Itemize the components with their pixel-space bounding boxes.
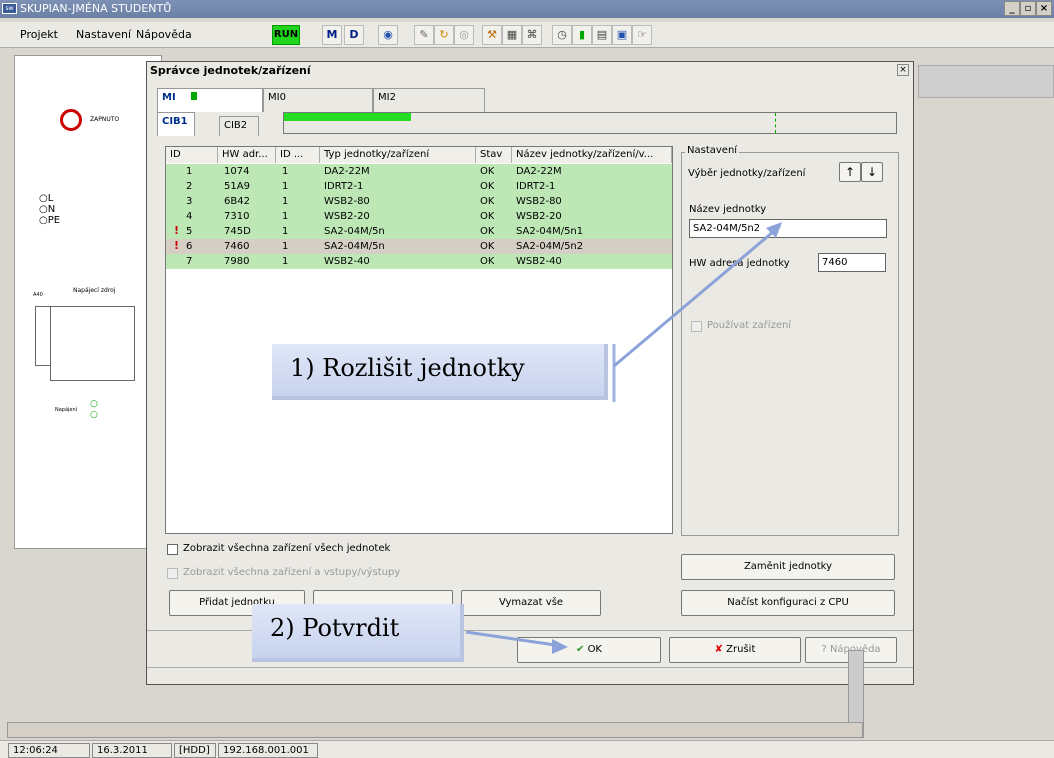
status-time: 12:06:24 [8,743,90,758]
arrow-to-unit-name [613,224,781,368]
status-ip: 192.168.001.001 [218,743,318,758]
status-bar: 12:06:24 16.3.2011 [HDD] 192.168.001.001 [0,740,1054,758]
arrow-to-ok [465,630,563,648]
arrow-head-two [552,639,568,654]
status-mode: [HDD] [174,743,216,758]
horizontal-scrollbar[interactable] [7,722,863,738]
annotation-arrows [465,222,782,654]
status-date: 16.3.2011 [92,743,172,758]
